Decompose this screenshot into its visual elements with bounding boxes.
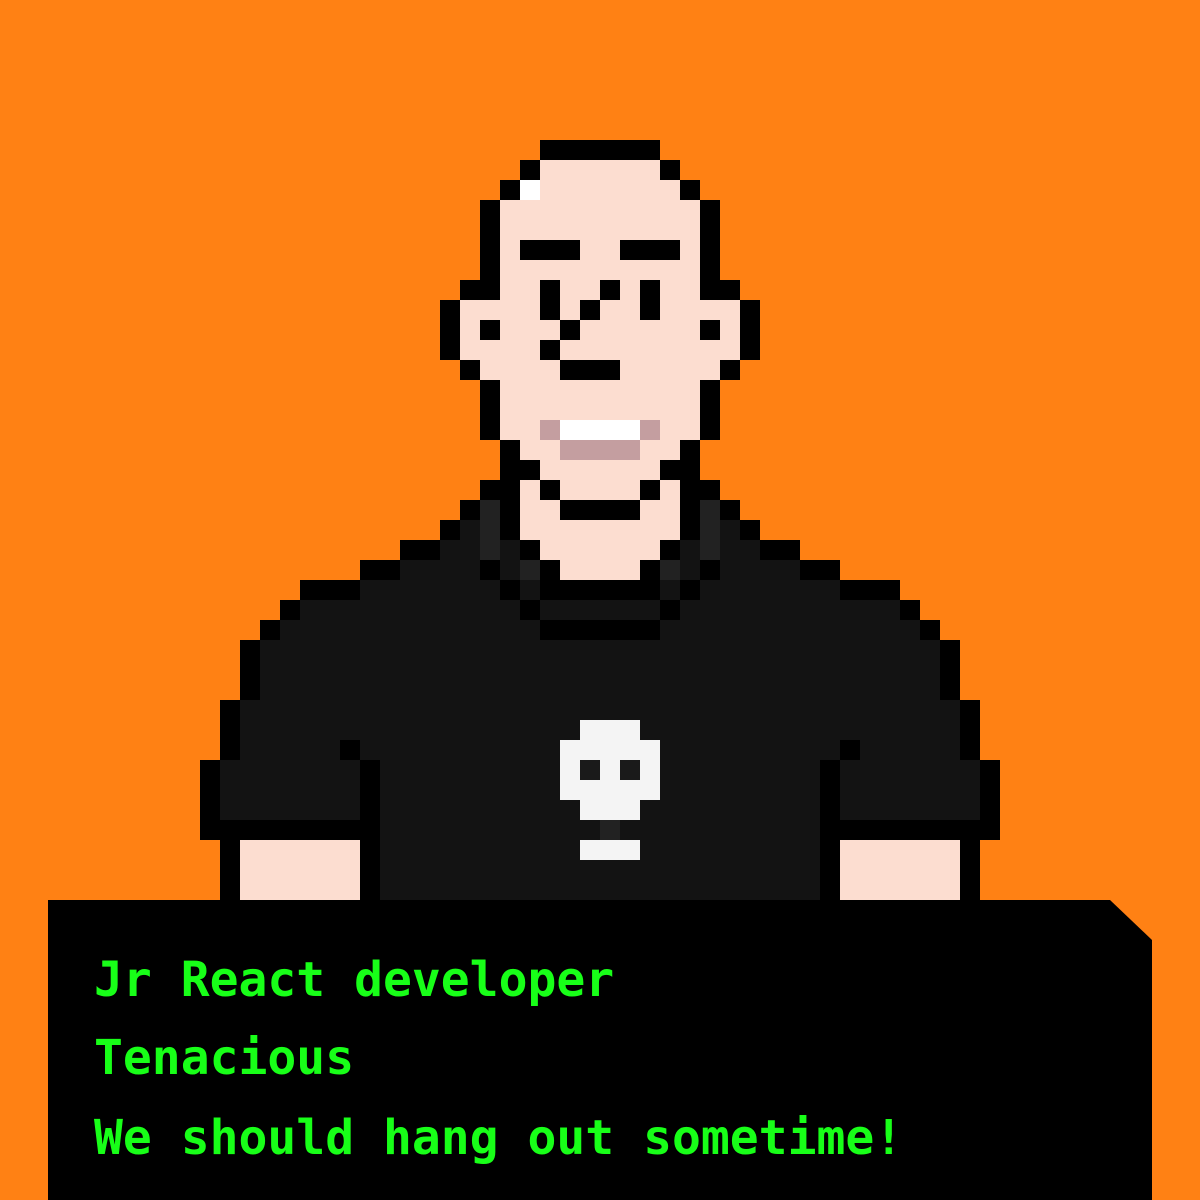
ear-right	[700, 320, 720, 340]
nose	[600, 280, 620, 300]
shirt-fill	[260, 640, 940, 700]
sleeve-seam-right	[820, 760, 840, 900]
neck-outline	[520, 540, 540, 560]
nose	[580, 300, 600, 320]
skull-neck	[600, 820, 620, 840]
collar-band	[520, 600, 540, 620]
collar-band	[540, 620, 660, 640]
head-outline	[680, 180, 700, 200]
arm-left	[240, 840, 360, 900]
arm-right-outline	[960, 840, 980, 900]
nose	[560, 320, 580, 340]
collar-band	[480, 560, 500, 580]
jaw-line	[660, 460, 680, 480]
head-outline	[460, 280, 500, 300]
chin-line	[560, 500, 640, 520]
head-outline	[700, 200, 720, 280]
collar-band	[480, 500, 500, 560]
skull-eye-right	[620, 760, 640, 780]
neck-outline	[640, 560, 660, 580]
head-outline	[700, 380, 720, 440]
head-outline	[520, 160, 540, 180]
dialog-box: Jr React developer Tenacious We should h…	[48, 900, 1152, 1200]
lower-lip	[560, 440, 640, 460]
eye-right	[640, 280, 660, 320]
collar-band	[700, 500, 720, 560]
skull-logo	[580, 800, 640, 820]
sleeve-seam-right	[840, 740, 860, 760]
collar-band	[660, 560, 680, 580]
jaw-line	[520, 460, 540, 480]
head-outline	[680, 440, 700, 460]
neck	[540, 540, 660, 560]
sleeve-seam-left	[340, 740, 360, 760]
chin-line	[540, 480, 560, 500]
eye-left	[540, 280, 560, 320]
head-outline	[700, 280, 740, 300]
collar-band	[700, 560, 720, 580]
arm-left-outline	[220, 840, 240, 900]
head-shine	[520, 180, 540, 200]
skull-logo	[560, 740, 660, 800]
skull-jaw	[580, 840, 640, 860]
collar-band	[680, 580, 700, 600]
teeth	[560, 420, 640, 440]
head-outline	[480, 380, 500, 440]
collar-band	[660, 600, 680, 620]
head-skin	[540, 160, 660, 180]
neck-outline	[540, 560, 560, 580]
eyebrow-left	[520, 240, 580, 260]
sleeve-seam-left	[360, 760, 380, 900]
head-outline	[660, 160, 680, 180]
head-outline	[720, 360, 740, 380]
neck-outline	[660, 540, 680, 560]
skull-eye-left	[580, 760, 600, 780]
skull-logo	[580, 720, 640, 740]
head-outline	[460, 360, 480, 380]
chin-line	[640, 480, 660, 500]
shirt-fill	[300, 600, 900, 620]
head-skin	[520, 180, 680, 200]
lip	[640, 420, 660, 440]
dialog-line-trait: Tenacious	[94, 1030, 355, 1086]
upper-lip-line	[560, 360, 620, 380]
neck-outline	[560, 580, 640, 600]
head-outline	[500, 180, 520, 200]
lip	[540, 420, 560, 440]
collar-band	[520, 560, 540, 580]
nose	[540, 340, 560, 360]
dialog-line-message: We should hang out sometime!	[94, 1110, 904, 1166]
neck	[560, 560, 640, 580]
collar-band	[500, 580, 520, 600]
ear-left	[480, 320, 500, 340]
head-outline	[480, 200, 500, 280]
eyebrow-right	[620, 240, 680, 260]
head-outline	[440, 300, 460, 360]
head-outline	[540, 140, 660, 160]
dialog-line-role: Jr React developer	[94, 952, 615, 1008]
arm-right	[840, 840, 960, 900]
head-outline	[740, 300, 760, 360]
head-outline	[500, 440, 520, 460]
